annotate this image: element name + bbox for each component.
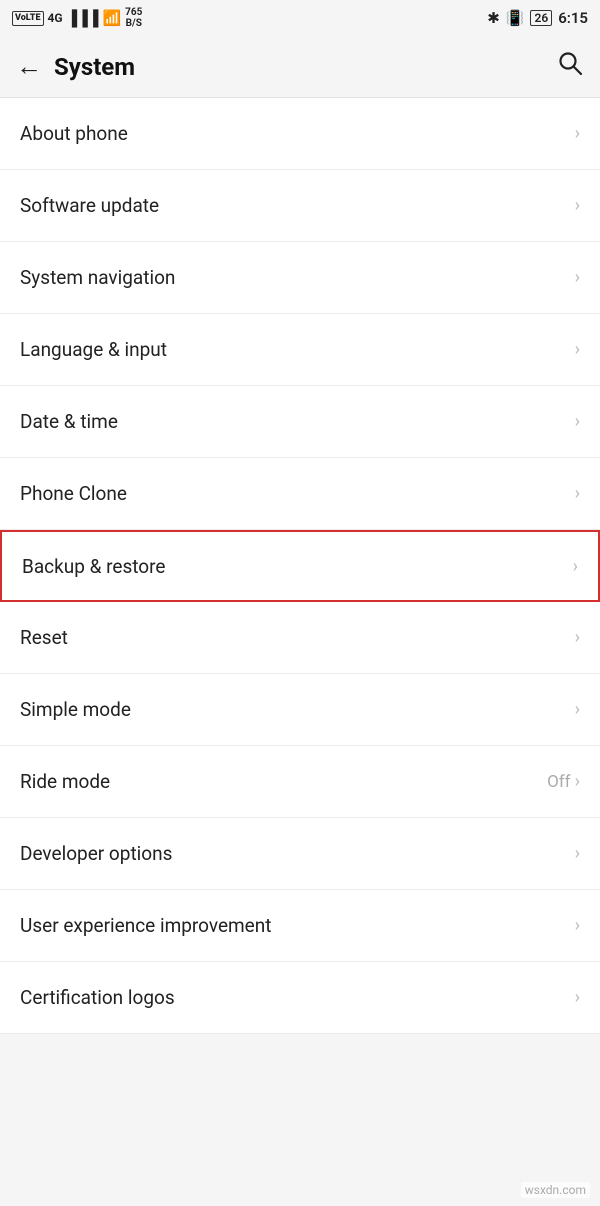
settings-item-label-developer-options: Developer options xyxy=(20,842,172,865)
settings-list: About phone›Software update›System navig… xyxy=(0,98,600,1034)
settings-item-certification-logos[interactable]: Certification logos › xyxy=(0,962,600,1034)
settings-item-right-phone-clone: › xyxy=(575,483,580,504)
page-title: System xyxy=(54,53,135,81)
chevron-right-icon: › xyxy=(575,123,580,144)
chevron-right-icon: › xyxy=(575,627,580,648)
settings-item-right-about-phone: › xyxy=(575,123,580,144)
status-left: VoLTE 4G ▐▐▐ 📶 765B/S xyxy=(12,7,142,29)
settings-item-label-simple-mode: Simple mode xyxy=(20,698,131,721)
watermark: wsxdn.com xyxy=(521,1182,590,1198)
settings-item-software-update[interactable]: Software update › xyxy=(0,170,600,242)
settings-item-value-ride-mode: Off xyxy=(547,772,571,792)
chevron-right-icon: › xyxy=(575,195,580,216)
settings-item-label-system-navigation: System navigation xyxy=(20,266,175,289)
settings-item-label-about-phone: About phone xyxy=(20,122,128,145)
settings-item-label-ride-mode: Ride mode xyxy=(20,770,110,793)
settings-item-phone-clone[interactable]: Phone Clone › xyxy=(0,458,600,530)
settings-item-right-software-update: › xyxy=(575,195,580,216)
signal-4g-icon: 4G xyxy=(48,11,63,25)
vibrate-icon: 📳 xyxy=(506,9,525,27)
settings-item-label-reset: Reset xyxy=(20,626,68,649)
settings-item-language-input[interactable]: Language & input › xyxy=(0,314,600,386)
chevron-right-icon: › xyxy=(575,843,580,864)
time-display: 6:15 xyxy=(558,9,588,27)
settings-item-right-backup-restore: › xyxy=(573,556,578,577)
signal-bars-icon: ▐▐▐ xyxy=(67,9,99,27)
settings-item-label-user-experience: User experience improvement xyxy=(20,914,271,937)
settings-item-reset[interactable]: Reset › xyxy=(0,602,600,674)
settings-item-right-reset: › xyxy=(575,627,580,648)
settings-item-about-phone[interactable]: About phone › xyxy=(0,98,600,170)
settings-item-label-certification-logos: Certification logos xyxy=(20,986,175,1009)
settings-item-backup-restore[interactable]: Backup & restore › xyxy=(0,530,600,602)
settings-item-right-simple-mode: › xyxy=(575,699,580,720)
status-right: ✱ 📳 26 6:15 xyxy=(487,9,588,27)
settings-item-label-phone-clone: Phone Clone xyxy=(20,482,127,505)
app-bar-left: ← System xyxy=(16,51,135,82)
bluetooth-icon: ✱ xyxy=(487,9,500,27)
settings-item-simple-mode[interactable]: Simple mode › xyxy=(0,674,600,746)
battery-indicator: 26 xyxy=(530,10,552,26)
status-bar: VoLTE 4G ▐▐▐ 📶 765B/S ✱ 📳 26 6:15 xyxy=(0,0,600,36)
chevron-right-icon: › xyxy=(575,915,580,936)
chevron-right-icon: › xyxy=(575,267,580,288)
settings-item-label-date-time: Date & time xyxy=(20,410,118,433)
settings-item-user-experience[interactable]: User experience improvement › xyxy=(0,890,600,962)
settings-item-system-navigation[interactable]: System navigation › xyxy=(0,242,600,314)
settings-item-right-developer-options: › xyxy=(575,843,580,864)
search-button[interactable] xyxy=(556,49,584,84)
settings-item-right-user-experience: › xyxy=(575,915,580,936)
settings-item-right-date-time: › xyxy=(575,411,580,432)
settings-item-right-certification-logos: › xyxy=(575,987,580,1008)
settings-item-date-time[interactable]: Date & time › xyxy=(0,386,600,458)
chevron-right-icon: › xyxy=(575,411,580,432)
volte-indicator: VoLTE xyxy=(12,11,44,26)
settings-item-right-system-navigation: › xyxy=(575,267,580,288)
settings-item-ride-mode[interactable]: Ride mode Off› xyxy=(0,746,600,818)
network-speed: 765B/S xyxy=(125,7,142,29)
back-button[interactable]: ← xyxy=(16,51,42,82)
settings-item-right-ride-mode: Off› xyxy=(547,771,580,792)
settings-item-label-language-input: Language & input xyxy=(20,338,167,361)
chevron-right-icon: › xyxy=(573,556,578,577)
chevron-right-icon: › xyxy=(575,771,580,792)
settings-item-developer-options[interactable]: Developer options › xyxy=(0,818,600,890)
chevron-right-icon: › xyxy=(575,339,580,360)
settings-item-label-backup-restore: Backup & restore xyxy=(22,555,165,578)
chevron-right-icon: › xyxy=(575,699,580,720)
chevron-right-icon: › xyxy=(575,483,580,504)
app-bar: ← System xyxy=(0,36,600,98)
wifi-icon: 📶 xyxy=(102,9,121,27)
chevron-right-icon: › xyxy=(575,987,580,1008)
settings-item-label-software-update: Software update xyxy=(20,194,159,217)
settings-item-right-language-input: › xyxy=(575,339,580,360)
